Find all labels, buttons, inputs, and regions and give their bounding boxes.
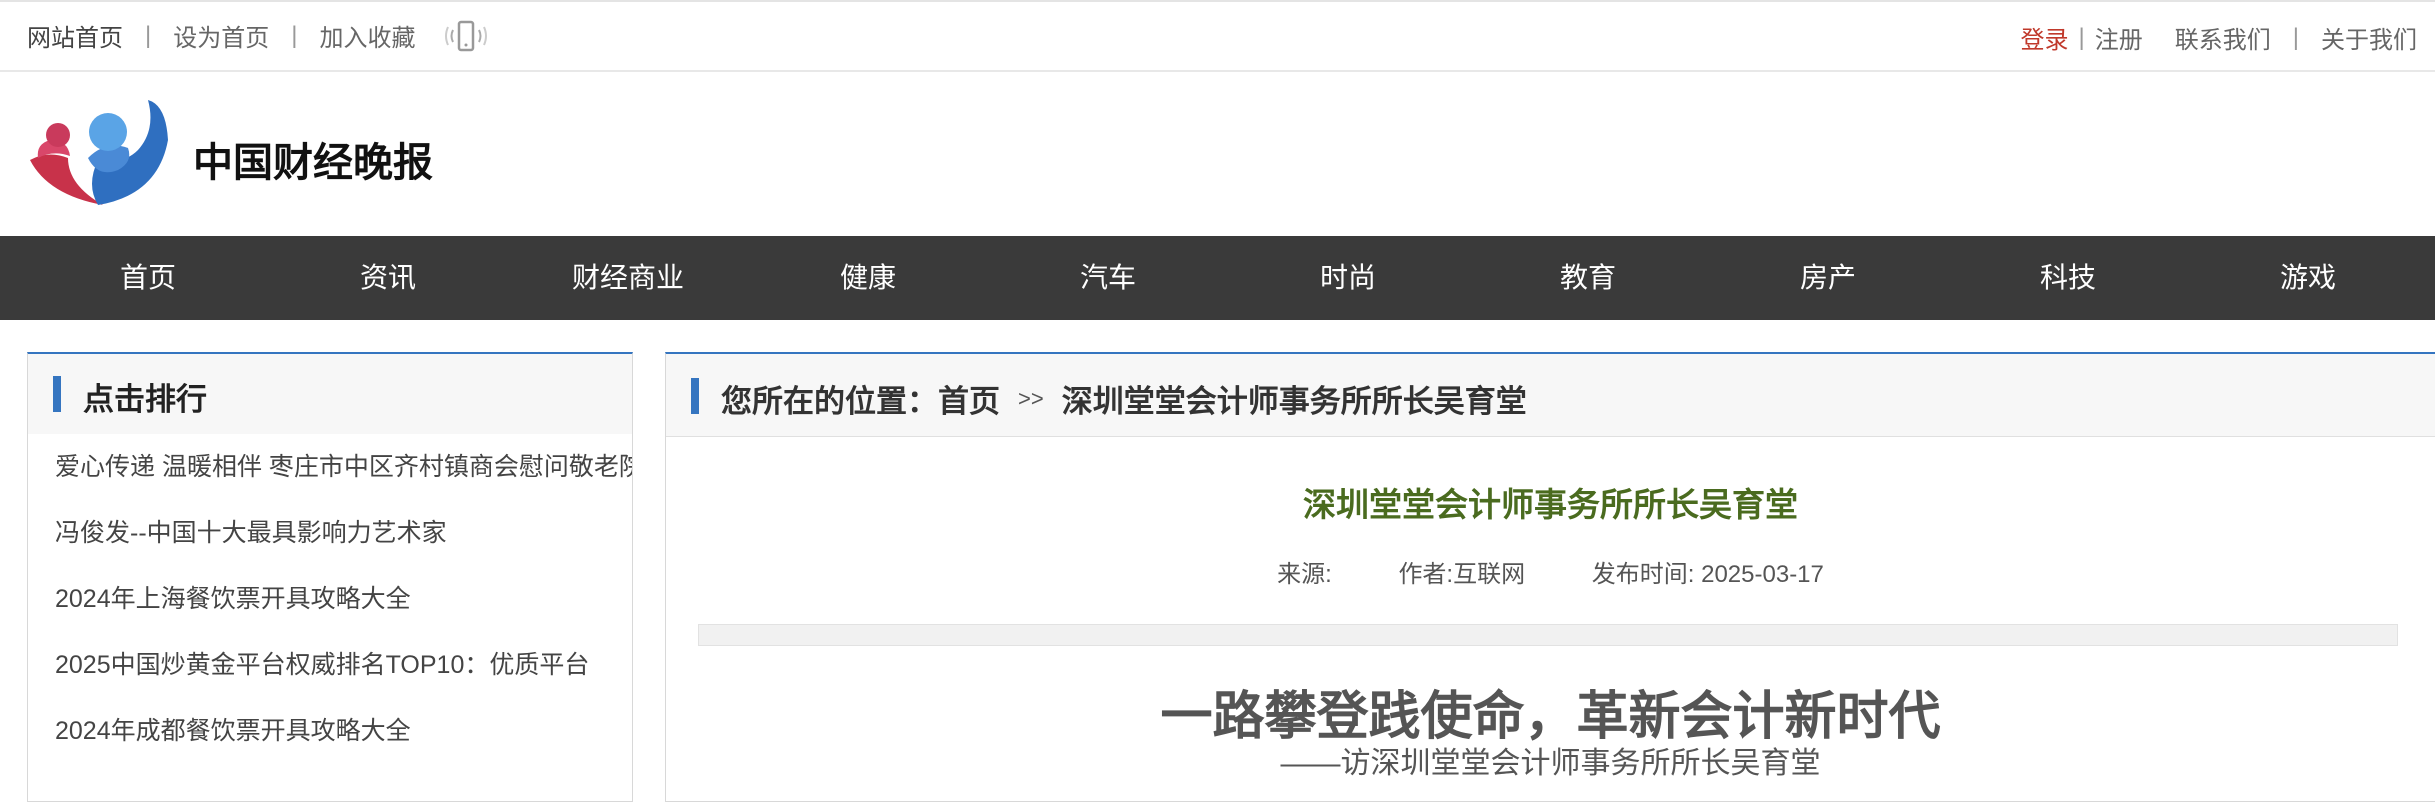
- list-item[interactable]: 2024年成都餐饮票开具攻略大全: [28, 698, 632, 764]
- breadcrumb: 您所在的位置： 首页 >> 深圳堂堂会计师事务所所长吴育堂: [721, 376, 1527, 421]
- nav-item-health[interactable]: 健康: [748, 236, 988, 320]
- site-home-link[interactable]: 网站首页: [27, 18, 123, 53]
- nav-item-education[interactable]: 教育: [1468, 236, 1708, 320]
- sidebar-title: 点击排行: [83, 382, 207, 417]
- list-item[interactable]: 2024年上海餐饮票开具攻略大全: [28, 566, 632, 632]
- divider: |: [291, 21, 298, 49]
- list-item[interactable]: 2025中国炒黄金平台权威排名TOP10：优质平台: [28, 632, 632, 698]
- location-label: 您所在的位置：: [721, 384, 938, 419]
- article-meta: 来源: 作者:互联网 发布时间: 2025-03-17: [666, 554, 2435, 589]
- nav-item-home[interactable]: 首页: [28, 236, 268, 320]
- divider: |: [145, 21, 152, 49]
- nav-item-realestate[interactable]: 房产: [1708, 236, 1948, 320]
- ranking-list: 爱心传递 温暖相伴 枣庄市中区齐村镇商会慰问敬老院 冯俊发--中国十大最具影响力…: [28, 434, 632, 764]
- ranking-sidebar: 点击排行 爱心传递 温暖相伴 枣庄市中区齐村镇商会慰问敬老院 冯俊发--中国十大…: [27, 352, 633, 802]
- divider: |: [2078, 23, 2085, 51]
- divider: |: [2292, 23, 2299, 51]
- article-date: 发布时间: 2025-03-17: [1591, 561, 1824, 588]
- breadcrumb-home-link[interactable]: 首页: [938, 376, 1000, 421]
- nav-item-games[interactable]: 游戏: [2188, 236, 2428, 320]
- site-name: 中国财经晚报: [193, 141, 433, 185]
- nav-item-auto[interactable]: 汽车: [988, 236, 1228, 320]
- breadcrumb-current: 深圳堂堂会计师事务所所长吴育堂: [1061, 384, 1527, 419]
- list-item[interactable]: 冯俊发--中国十大最具影响力艺术家: [28, 500, 632, 566]
- nav-item-finance[interactable]: 财经商业: [508, 236, 748, 320]
- accent-bar: [53, 376, 61, 412]
- list-item[interactable]: 爱心传递 温暖相伴 枣庄市中区齐村镇商会慰问敬老院: [28, 434, 632, 500]
- nav-item-tech[interactable]: 科技: [1948, 236, 2188, 320]
- article-source: 来源:: [1277, 561, 1332, 588]
- main-navigation: 首页 资讯 财经商业 健康 汽车 时尚 教育 房产 科技 游戏: [0, 236, 2435, 320]
- login-link[interactable]: 登录: [2021, 20, 2069, 55]
- contact-us-link[interactable]: 联系我们: [2175, 20, 2271, 55]
- article-title: 深圳堂堂会计师事务所所长吴育堂: [1303, 486, 1798, 523]
- breadcrumb-header: 您所在的位置： 首页 >> 深圳堂堂会计师事务所所长吴育堂: [666, 354, 2435, 437]
- register-link[interactable]: 注册: [2095, 20, 2143, 55]
- article-panel: 您所在的位置： 首页 >> 深圳堂堂会计师事务所所长吴育堂 深圳堂堂会计师事务所…: [665, 352, 2435, 802]
- set-homepage-link[interactable]: 设为首页: [173, 18, 269, 53]
- nav-item-news[interactable]: 资讯: [268, 236, 508, 320]
- add-favorite-link[interactable]: 加入收藏: [319, 18, 415, 53]
- sidebar-header: 点击排行: [28, 354, 632, 434]
- divider-bar: [698, 624, 2398, 646]
- breadcrumb-separator: >>: [1018, 385, 1044, 411]
- accent-bar: [691, 378, 699, 414]
- about-us-link[interactable]: 关于我们: [2321, 20, 2417, 55]
- article-subheadline: ——访深圳堂堂会计师事务所所长吴育堂: [1280, 747, 1821, 780]
- mobile-phone-icon[interactable]: [443, 19, 489, 53]
- article-author: 作者:互联网: [1398, 561, 1526, 588]
- nav-item-fashion[interactable]: 时尚: [1228, 236, 1468, 320]
- top-bar: 网站首页 | 设为首页 | 加入收藏 登录 | 注册 联系我们 | 关于我们: [0, 0, 2435, 72]
